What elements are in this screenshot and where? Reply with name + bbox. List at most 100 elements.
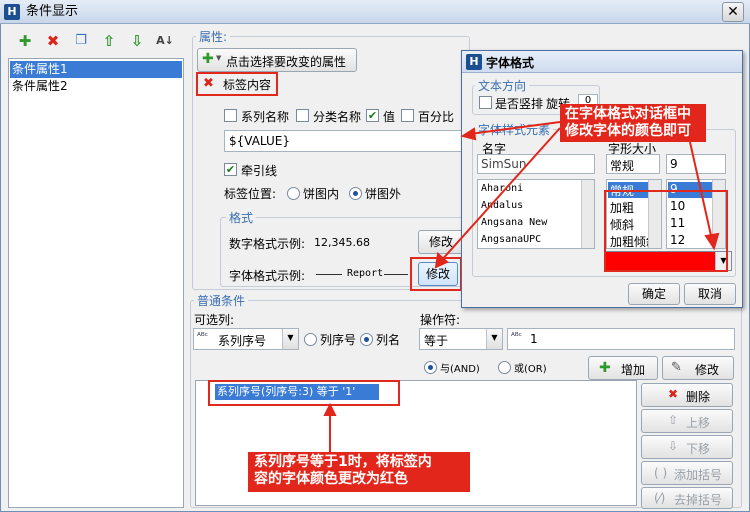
condition-list-item[interactable]: 条件属性2 bbox=[10, 78, 182, 95]
remove-parentheses-icon: (⁄) bbox=[654, 491, 666, 505]
font-list-item[interactable]: Angsana New bbox=[481, 217, 547, 228]
outside-pie-radio[interactable] bbox=[349, 187, 362, 200]
delete-icon[interactable]: ✖ bbox=[44, 32, 62, 50]
select-property-button[interactable]: ✚ ▼ 点击选择要改变的属性 bbox=[197, 48, 357, 72]
inside-pie-label: 饼图内 bbox=[303, 187, 340, 201]
column-name-radio[interactable] bbox=[360, 333, 373, 346]
number-format-label: 数字格式示例: bbox=[229, 237, 306, 251]
and-label: 与(AND) bbox=[440, 364, 480, 375]
font-list-item[interactable]: AngsanaUPC bbox=[481, 234, 541, 245]
ok-button[interactable]: 确定 bbox=[628, 283, 680, 305]
tag-content-item[interactable]: ✖ 标签内容 bbox=[196, 72, 278, 96]
font-sample-rule-right bbox=[384, 274, 408, 275]
vertical-label: 是否竖排 bbox=[495, 97, 544, 111]
delete-icon[interactable]: ✖ bbox=[203, 76, 214, 91]
delete-button[interactable]: ✖ 删除 bbox=[641, 383, 733, 407]
column-label: 可选列: bbox=[194, 313, 235, 327]
app-logo-icon: H bbox=[466, 54, 482, 70]
copy-icon[interactable]: ❐ bbox=[72, 32, 90, 50]
properties-label: 属性: bbox=[196, 28, 231, 45]
dialog-annotation: 在字体格式对话框中 修改字体的颜色即可 bbox=[560, 104, 706, 142]
parentheses-icon: ( ) bbox=[654, 466, 668, 480]
operator-label: 操作符: bbox=[420, 313, 461, 327]
leader-line-label: 牵引线 bbox=[241, 164, 278, 178]
select-property-label: 点击选择要改变的属性 bbox=[226, 55, 347, 69]
move-down-button[interactable]: ⇩ 下移 bbox=[641, 435, 733, 459]
add-parentheses-label: 添加括号 bbox=[674, 468, 723, 482]
leader-line-checkbox[interactable]: ✔ bbox=[224, 163, 237, 176]
and-radio[interactable] bbox=[424, 361, 437, 374]
font-format-modify-button[interactable]: 修改 bbox=[418, 262, 458, 286]
percent-checkbox[interactable] bbox=[401, 109, 414, 122]
arrow-up-icon: ⇧ bbox=[668, 413, 679, 427]
edit-icon: ✎ bbox=[671, 360, 682, 375]
outside-pie-label: 饼图外 bbox=[365, 187, 402, 201]
arrow-down-icon: ⇩ bbox=[668, 439, 679, 453]
add-icon: ✚ bbox=[599, 360, 611, 376]
app-logo-icon: H bbox=[4, 4, 20, 20]
font-size-input[interactable]: 9 bbox=[666, 154, 726, 174]
add-condition-button[interactable]: ✚ 增加 bbox=[588, 356, 658, 380]
remove-parentheses-button[interactable]: (⁄) 去掉括号 bbox=[641, 487, 733, 509]
close-icon[interactable]: ✕ bbox=[722, 2, 744, 22]
move-up-label: 上移 bbox=[686, 416, 711, 430]
series-name-label: 系列名称 bbox=[241, 110, 290, 124]
operand-input[interactable]: ᴬᴮᶜ 1 bbox=[507, 328, 735, 350]
column-index-radio[interactable] bbox=[304, 333, 317, 346]
condition-expression-item[interactable]: 系列序号(列序号:3) 等于 '1' bbox=[215, 384, 379, 400]
font-style-input[interactable]: 常规 bbox=[606, 154, 660, 174]
label-value-input[interactable]: ${VALUE} bbox=[224, 130, 464, 152]
color-highlight-box bbox=[604, 190, 728, 272]
cancel-button[interactable]: 取消 bbox=[684, 283, 736, 305]
field-icon: ᴬᴮᶜ bbox=[511, 332, 523, 342]
tag-content-label: 标签内容 bbox=[223, 78, 272, 92]
font-style-label: 字体样式元素 bbox=[475, 121, 554, 138]
inside-pie-radio[interactable] bbox=[287, 187, 300, 200]
add-condition-label: 增加 bbox=[621, 363, 646, 377]
font-sample-text: Report bbox=[347, 268, 384, 279]
column-name-label: 列名 bbox=[376, 333, 401, 347]
format-group-label: 格式 bbox=[226, 209, 257, 226]
category-name-checkbox[interactable] bbox=[296, 109, 309, 122]
font-name-list[interactable]: Aharoni Andalus Angsana New AngsanaUPC bbox=[477, 179, 595, 249]
condition-list-item[interactable]: 条件属性1 bbox=[10, 61, 182, 78]
font-format-label: 字体格式示例: bbox=[229, 269, 306, 283]
move-down-label: 下移 bbox=[686, 442, 711, 456]
chevron-down-icon: ▼ bbox=[216, 54, 222, 62]
add-icon[interactable]: ✚ bbox=[16, 32, 34, 50]
vertical-checkbox[interactable] bbox=[479, 96, 492, 109]
delete-label: 删除 bbox=[686, 390, 711, 404]
column-select-value: 系列序号 bbox=[218, 334, 267, 348]
value-checkbox[interactable]: ✔ bbox=[366, 109, 379, 122]
window-title: 条件显示 bbox=[26, 4, 79, 19]
font-dialog-titlebar: H 字体格式 bbox=[462, 51, 742, 73]
number-format-sample: 12,345.68 bbox=[314, 236, 370, 249]
condition-annotation: 系列序号等于1时，将标签内 容的字体颜色更改为红色 bbox=[248, 452, 470, 492]
title-bar: H 条件显示 ✕ bbox=[0, 0, 750, 24]
remove-parentheses-label: 去掉括号 bbox=[674, 493, 723, 507]
operand-value: 1 bbox=[530, 332, 538, 346]
number-format-modify-button[interactable]: 修改 bbox=[418, 230, 464, 254]
font-list-scrollbar[interactable] bbox=[581, 180, 594, 248]
text-direction-label: 文本方向 bbox=[475, 77, 530, 94]
chevron-down-icon[interactable]: ▼ bbox=[282, 329, 298, 349]
sort-az-icon[interactable]: A↓ bbox=[156, 32, 174, 50]
font-list-item[interactable]: Aharoni bbox=[481, 183, 523, 194]
arrow-up-icon[interactable]: ⇧ bbox=[100, 32, 118, 50]
field-icon: ᴬᴮᶜ bbox=[197, 332, 209, 342]
add-parentheses-button[interactable]: ( ) 添加括号 bbox=[641, 461, 733, 485]
modify-condition-button[interactable]: ✎ 修改 bbox=[662, 356, 734, 380]
font-list-item[interactable]: Andalus bbox=[481, 200, 523, 211]
add-icon: ✚ bbox=[202, 51, 214, 67]
operator-select[interactable]: 等于 ▼ bbox=[419, 328, 503, 350]
chevron-down-icon[interactable]: ▼ bbox=[486, 329, 502, 349]
font-dialog-title: 字体格式 bbox=[486, 56, 535, 70]
column-select[interactable]: ᴬᴮᶜ 系列序号 ▼ bbox=[193, 328, 299, 350]
move-up-button[interactable]: ⇧ 上移 bbox=[641, 409, 733, 433]
value-label: 值 bbox=[383, 110, 396, 124]
or-radio[interactable] bbox=[498, 361, 511, 374]
font-name-input[interactable]: SimSun bbox=[477, 154, 595, 174]
column-index-label: 列序号 bbox=[320, 333, 357, 347]
arrow-down-icon[interactable]: ⇩ bbox=[128, 32, 146, 50]
series-name-checkbox[interactable] bbox=[224, 109, 237, 122]
